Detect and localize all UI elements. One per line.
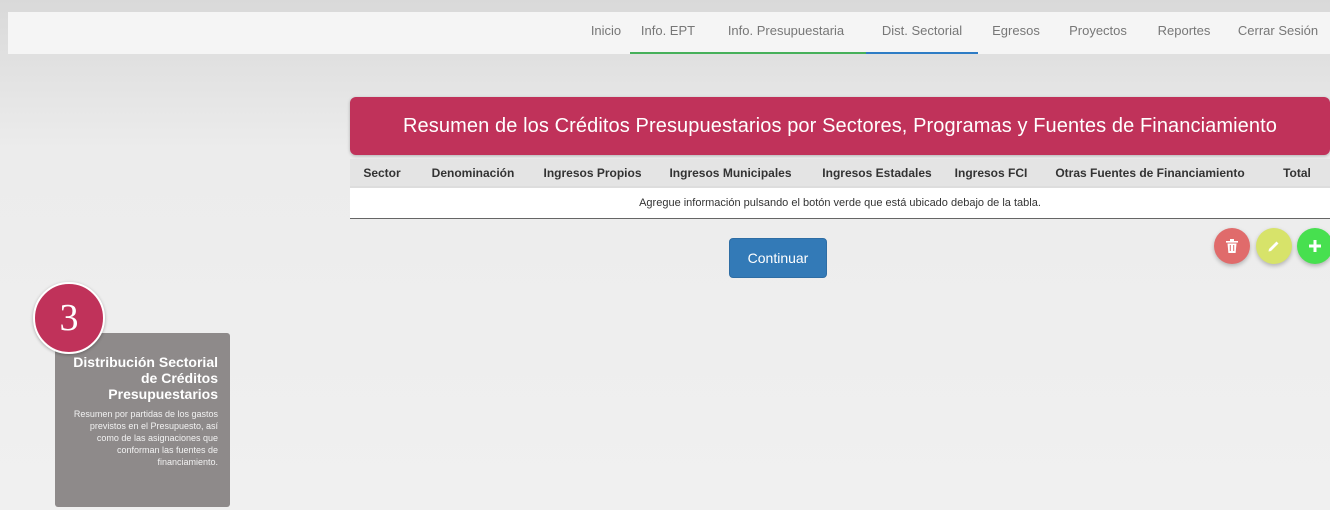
column-header: Denominación [414,159,532,188]
nav-info-presupuestaria[interactable]: Info. Presupuestaria [706,12,866,54]
delete-button[interactable] [1214,228,1250,264]
nav-proyectos[interactable]: Proyectos [1054,12,1142,54]
step-info-card: Distribución Sectorial de Créditos Presu… [55,333,230,507]
section-title-banner: Resumen de los Créditos Presupuestarios … [350,97,1330,155]
column-header: Sector [350,159,414,188]
column-header: Ingresos FCI [946,159,1036,188]
empty-table-message: Agregue información pulsando el botón ve… [350,187,1330,219]
column-header: Ingresos Propios [532,159,653,188]
step-title: Distribución Sectorial de Créditos Presu… [73,354,218,402]
table-header-row: Sector Denominación Ingresos Propios Ing… [350,159,1330,188]
column-header: Total [1264,159,1330,188]
page-title: Resumen de los Créditos Presupuestarios … [403,114,1277,137]
credits-table: Sector Denominación Ingresos Propios Ing… [350,159,1330,219]
continue-button[interactable]: Continuar [729,238,827,278]
pencil-icon [1268,241,1279,252]
step-description: Resumen por partidas de los gastos previ… [73,409,218,467]
plus-icon [1309,240,1321,252]
column-header: Otras Fuentes de Financiamiento [1036,159,1264,188]
table-row: Agregue información pulsando el botón ve… [350,187,1330,219]
trash-icon [1226,239,1238,253]
nav-inicio[interactable]: Inicio [582,12,630,54]
add-button[interactable] [1297,228,1330,264]
edit-button[interactable] [1256,228,1292,264]
column-header: Ingresos Municipales [653,159,808,188]
nav-cerrar-sesion[interactable]: Cerrar Sesión [1226,12,1330,54]
nav-dist-sectorial[interactable]: Dist. Sectorial [866,12,978,54]
nav-reportes[interactable]: Reportes [1142,12,1226,54]
top-navbar: Inicio Info. EPT Info. Presupuestaria Di… [8,12,1330,54]
nav-egresos[interactable]: Egresos [978,12,1054,54]
nav-info-ept[interactable]: Info. EPT [630,12,706,54]
step-number-badge: 3 [33,282,105,354]
credits-table-container: Sector Denominación Ingresos Propios Ing… [350,159,1330,219]
column-header: Ingresos Estadales [808,159,946,188]
